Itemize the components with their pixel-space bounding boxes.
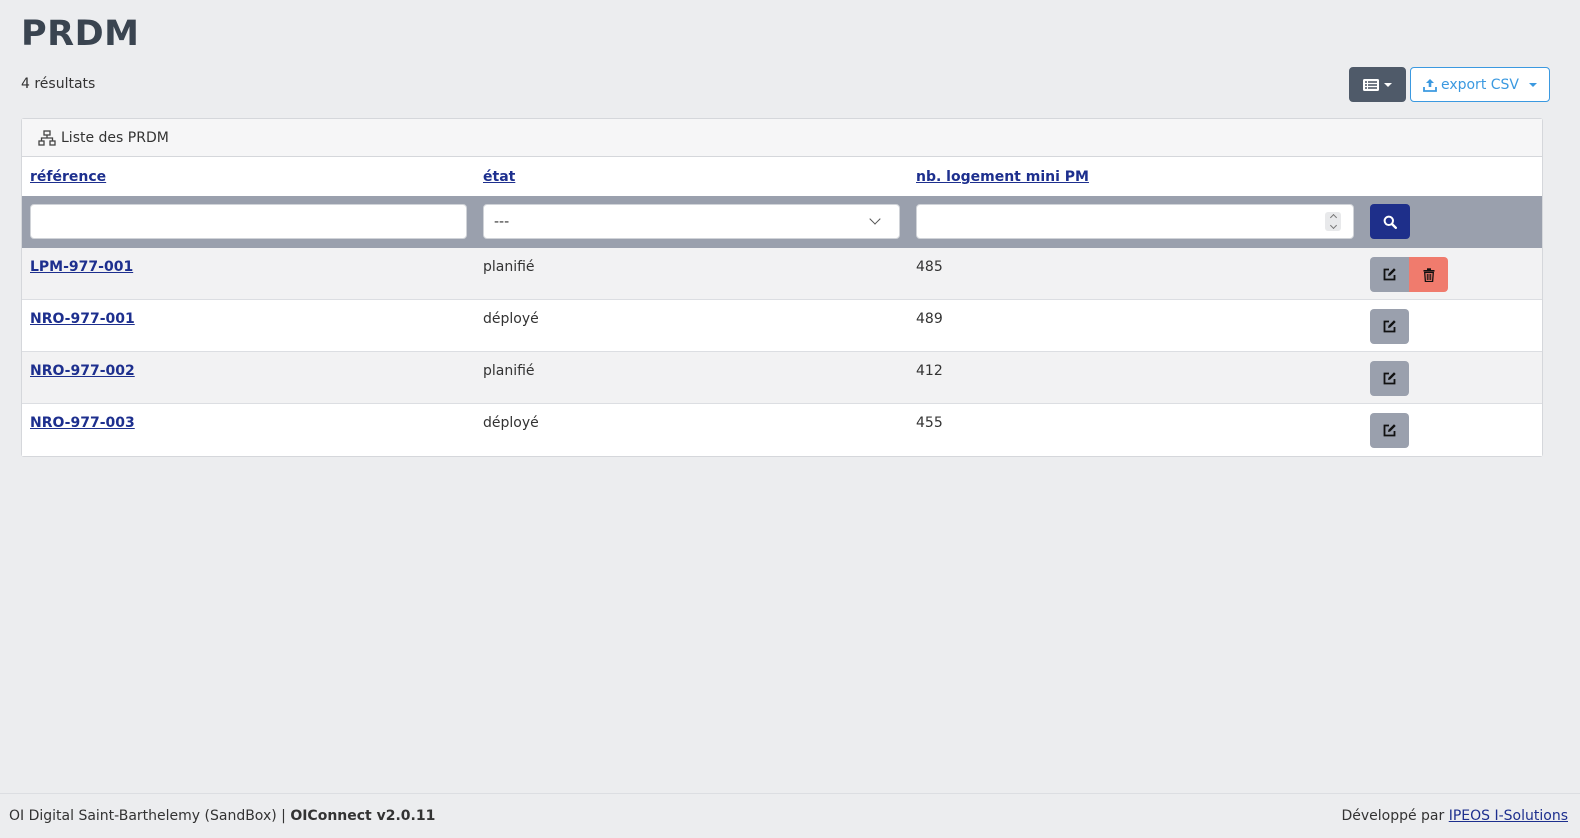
result-count: 4 résultats	[21, 76, 96, 92]
footer-dev-prefix: Développé par	[1341, 808, 1445, 824]
nb-logement-filter-input[interactable]	[916, 204, 1354, 239]
etat-cell: déployé	[483, 311, 539, 327]
edit-button[interactable]	[1370, 413, 1409, 448]
caret-down-icon	[1529, 82, 1537, 87]
delete-button[interactable]	[1409, 257, 1448, 292]
page-title: PRDM	[21, 14, 140, 54]
export-csv-label: export CSV	[1440, 76, 1519, 93]
table-body: LPM-977-001 planifié 485 NRO-977-001 dép…	[22, 248, 1542, 456]
row-actions	[1370, 309, 1409, 344]
footer: OI Digital Saint-Barthelemy (SandBox) | …	[0, 793, 1580, 838]
footer-org: OI Digital Saint-Barthelemy (SandBox) |	[9, 808, 286, 824]
edit-button[interactable]	[1370, 361, 1409, 396]
table-row: NRO-977-002 planifié 412	[22, 352, 1542, 404]
card-title: Liste des PRDM	[61, 129, 169, 146]
toolbar: export CSV	[1348, 67, 1550, 102]
row-actions	[1370, 413, 1409, 448]
column-header-nb-logement[interactable]: nb. logement mini PM	[916, 169, 1089, 185]
number-spinner[interactable]	[1325, 212, 1341, 231]
sitemap-icon	[38, 129, 56, 146]
reference-link[interactable]: NRO-977-001	[30, 311, 135, 327]
footer-left: OI Digital Saint-Barthelemy (SandBox) | …	[9, 808, 435, 824]
etat-filter-value: ---	[494, 213, 510, 230]
row-actions	[1370, 257, 1448, 292]
developer-link[interactable]: IPEOS I-Solutions	[1449, 808, 1568, 824]
reference-link[interactable]: LPM-977-001	[30, 259, 133, 275]
export-csv-button[interactable]: export CSV	[1409, 67, 1550, 102]
table-row: LPM-977-001 planifié 485	[22, 248, 1542, 300]
nb-logement-cell: 412	[916, 363, 943, 379]
upload-icon	[1423, 78, 1437, 92]
column-header-etat[interactable]: état	[483, 169, 515, 185]
nb-logement-cell: 489	[916, 311, 943, 327]
reference-filter-input[interactable]	[30, 204, 467, 239]
chevron-down-icon	[869, 213, 881, 225]
etat-filter-select[interactable]: ---	[483, 204, 900, 239]
footer-app-version: OIConnect v2.0.11	[290, 808, 436, 824]
column-header-reference[interactable]: référence	[30, 169, 106, 185]
search-button[interactable]	[1370, 204, 1410, 239]
reference-link[interactable]: NRO-977-003	[30, 415, 135, 431]
list-icon	[1362, 78, 1379, 91]
row-actions	[1370, 361, 1409, 396]
edit-icon	[1383, 372, 1396, 385]
etat-cell: déployé	[483, 415, 539, 431]
edit-button[interactable]	[1370, 309, 1409, 344]
columns-dropdown-button[interactable]	[1348, 67, 1406, 102]
trash-icon	[1423, 267, 1434, 282]
filter-row: ---	[22, 196, 1542, 248]
edit-icon	[1383, 320, 1396, 333]
edit-icon	[1383, 268, 1396, 281]
card-header: Liste des PRDM	[22, 119, 1542, 157]
edit-button[interactable]	[1370, 257, 1409, 292]
etat-cell: planifié	[483, 259, 535, 275]
nb-logement-cell: 485	[916, 259, 943, 275]
table-row: NRO-977-001 déployé 489	[22, 300, 1542, 352]
caret-down-icon	[1383, 82, 1392, 87]
prdm-list-card: Liste des PRDM référence état nb. logeme…	[21, 118, 1543, 457]
search-icon	[1383, 215, 1397, 229]
table-header: référence état nb. logement mini PM	[22, 157, 1542, 196]
etat-cell: planifié	[483, 363, 535, 379]
edit-icon	[1383, 424, 1396, 437]
nb-logement-cell: 455	[916, 415, 943, 431]
table-row: NRO-977-003 déployé 455	[22, 404, 1542, 456]
footer-right: Développé par IPEOS I-Solutions	[1341, 808, 1568, 824]
reference-link[interactable]: NRO-977-002	[30, 363, 135, 379]
